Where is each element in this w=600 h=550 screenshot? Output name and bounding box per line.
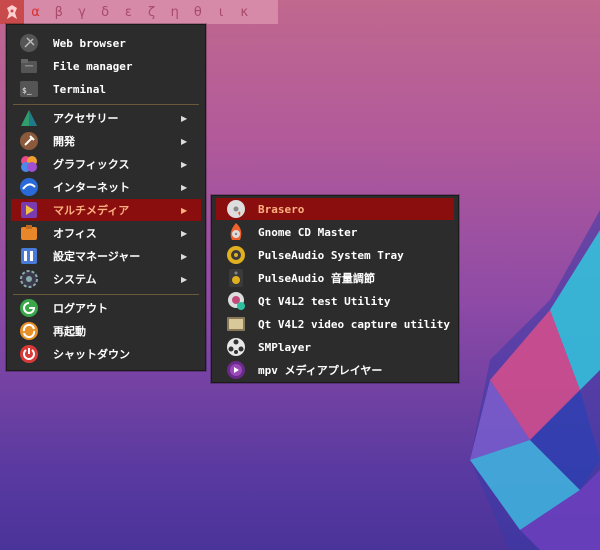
menu-item-label: Terminal: [53, 82, 106, 96]
submenu-item-gnome-cd-master[interactable]: Gnome CD Master: [216, 221, 454, 243]
pulseaudio-tray-icon: [226, 245, 246, 265]
multimedia-icon: [19, 200, 39, 220]
workspace-9[interactable]: ι: [210, 5, 233, 20]
app-menu-logo-icon[interactable]: [0, 0, 24, 24]
menu-separator: [13, 294, 199, 295]
restart-icon: [19, 321, 39, 341]
menu-item-development[interactable]: 開発 ▶: [11, 130, 201, 152]
menu-item-settings-manager[interactable]: 設定マネージャー ▶: [11, 245, 201, 267]
submenu-item-pulseaudio-volume[interactable]: PulseAudio 音量調節: [216, 267, 454, 289]
menu-item-office[interactable]: オフィス ▶: [11, 222, 201, 244]
submenu-arrow-icon: ▶: [181, 159, 188, 169]
system-icon: [19, 269, 39, 289]
submenu-item-label: PulseAudio System Tray: [258, 248, 404, 262]
workspace-7[interactable]: η: [163, 5, 186, 20]
menu-item-file-manager[interactable]: File manager: [11, 55, 201, 77]
menu-item-shutdown[interactable]: シャットダウン: [11, 343, 201, 365]
submenu-item-pulseaudio-tray[interactable]: PulseAudio System Tray: [216, 244, 454, 266]
office-icon: [19, 223, 39, 243]
menu-item-label: File manager: [53, 59, 133, 73]
menu-item-graphics[interactable]: グラフィックス ▶: [11, 153, 201, 175]
svg-text:$_: $_: [22, 86, 32, 95]
cd-master-icon: [226, 222, 246, 242]
submenu-arrow-icon: ▶: [181, 136, 188, 146]
menu-item-logout[interactable]: ログアウト: [11, 297, 201, 319]
submenu-item-smplayer[interactable]: SMPlayer: [216, 336, 454, 358]
top-panel: α β γ δ ε ζ η θ ι κ: [0, 0, 278, 24]
menu-item-label: 設定マネージャー: [53, 250, 141, 263]
video-capture-icon: [226, 314, 246, 334]
shutdown-icon: [19, 344, 39, 364]
terminal-icon: $_: [19, 79, 39, 99]
menu-item-accessories[interactable]: アクセサリー ▶: [11, 107, 201, 129]
workspace-8[interactable]: θ: [186, 5, 209, 20]
menu-item-label: グラフィックス: [53, 158, 130, 171]
menu-item-terminal[interactable]: $_ Terminal: [11, 78, 201, 100]
menu-item-label: オフィス: [53, 227, 97, 240]
menu-item-label: Web browser: [53, 36, 126, 50]
menu-item-label: 再起動: [53, 325, 86, 338]
submenu-item-mpv[interactable]: mpv メディアプレイヤー: [216, 359, 454, 381]
submenu-item-brasero[interactable]: Brasero: [216, 198, 454, 220]
workspace-2[interactable]: β: [47, 5, 70, 20]
workspace-4[interactable]: δ: [94, 5, 117, 20]
menu-separator: [13, 104, 199, 105]
submenu-item-label: SMPlayer: [258, 340, 311, 354]
webcam-icon: [226, 291, 246, 311]
workspace-10[interactable]: κ: [233, 5, 256, 20]
settings-manager-icon: [19, 246, 39, 266]
menu-item-web-browser[interactable]: Web browser: [11, 32, 201, 54]
application-menu: Web browser File manager $_ Terminal アクセ…: [6, 24, 206, 371]
submenu-item-label: Qt V4L2 video capture utility: [258, 317, 451, 331]
submenu-item-label: Brasero: [258, 202, 305, 216]
submenu-arrow-icon: ▶: [181, 182, 188, 192]
menu-item-label: インターネット: [53, 181, 130, 194]
workspace-1[interactable]: α: [24, 5, 47, 20]
folder-icon: [19, 56, 39, 76]
menu-item-multimedia[interactable]: マルチメディア ▶: [11, 199, 201, 221]
submenu-item-label: Qt V4L2 test Utility: [258, 294, 391, 308]
submenu-arrow-icon: ▶: [181, 251, 188, 261]
development-icon: [19, 131, 39, 151]
submenu-arrow-icon: ▶: [181, 274, 188, 284]
globe-icon: [19, 33, 39, 53]
submenu-item-label: Gnome CD Master: [258, 225, 358, 239]
submenu-arrow-icon: ▶: [181, 113, 188, 123]
menu-item-label: アクセサリー: [53, 112, 119, 125]
submenu-item-qt-v4l2-test[interactable]: Qt V4L2 test Utility: [216, 290, 454, 312]
smplayer-icon: [226, 337, 246, 357]
menu-item-label: システム: [53, 273, 97, 286]
workspace-3[interactable]: γ: [70, 5, 93, 20]
mpv-icon: [226, 360, 246, 380]
menu-item-label: マルチメディア: [53, 204, 130, 217]
menu-item-internet[interactable]: インターネット ▶: [11, 176, 201, 198]
menu-item-restart[interactable]: 再起動: [11, 320, 201, 342]
submenu-item-qt-v4l2-capture[interactable]: Qt V4L2 video capture utility: [216, 313, 454, 335]
menu-item-system[interactable]: システム ▶: [11, 268, 201, 290]
logout-icon: [19, 298, 39, 318]
internet-icon: [19, 177, 39, 197]
menu-item-label: シャットダウン: [53, 348, 130, 361]
workspace-5[interactable]: ε: [117, 5, 140, 20]
menu-item-label: ログアウト: [53, 302, 108, 315]
workspace-6[interactable]: ζ: [140, 5, 163, 20]
menu-item-label: 開発: [53, 135, 75, 148]
submenu-arrow-icon: ▶: [181, 228, 188, 238]
submenu-item-label: PulseAudio 音量調節: [258, 272, 375, 285]
submenu-arrow-icon: ▶: [181, 205, 188, 215]
multimedia-submenu: Brasero Gnome CD Master PulseAudio Syste…: [211, 195, 459, 383]
accessories-icon: [19, 108, 39, 128]
brasero-icon: [226, 199, 246, 219]
speaker-icon: [226, 268, 246, 288]
submenu-item-label: mpv メディアプレイヤー: [258, 364, 383, 377]
graphics-icon: [19, 154, 39, 174]
